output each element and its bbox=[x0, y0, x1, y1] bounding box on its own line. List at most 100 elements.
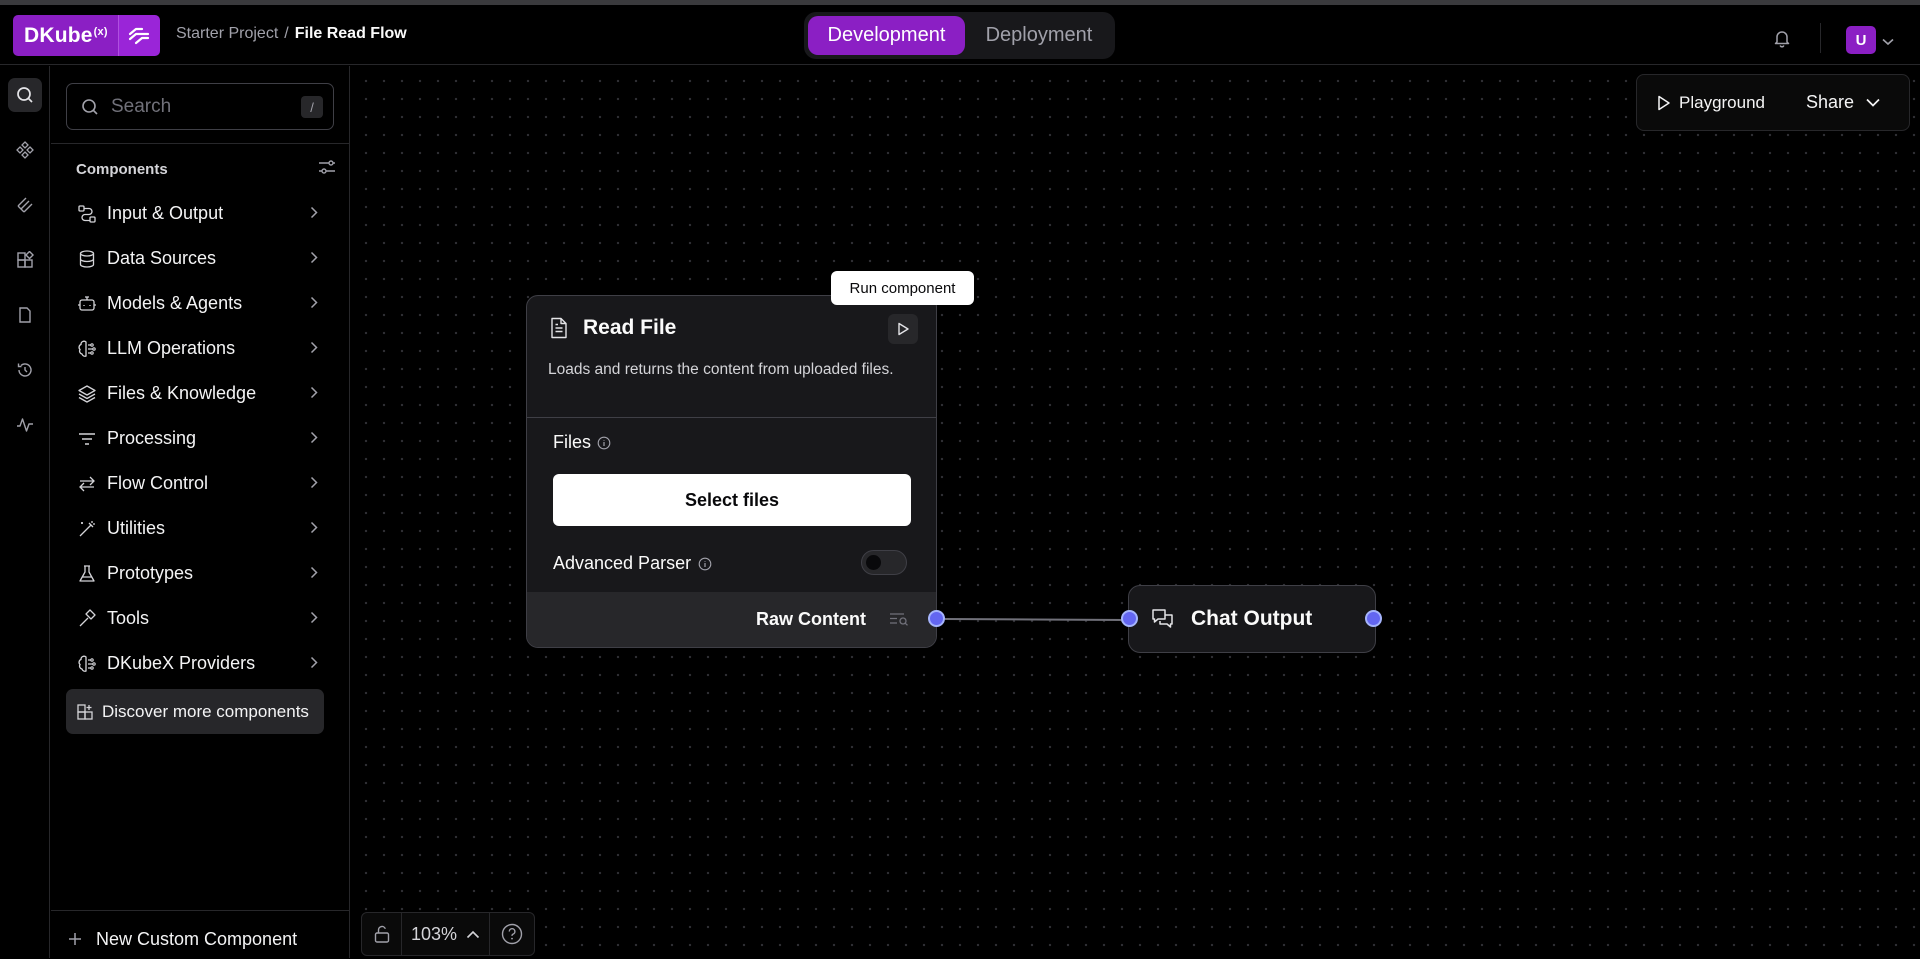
category-item[interactable]: LLM Operations bbox=[66, 326, 334, 371]
notifications-bell-icon[interactable] bbox=[1773, 29, 1791, 53]
search-shortcut: / bbox=[301, 96, 323, 118]
chevron-up-icon bbox=[466, 930, 480, 938]
category-label: Utilities bbox=[107, 518, 166, 538]
search-icon bbox=[82, 98, 98, 115]
advanced-parser-toggle[interactable] bbox=[861, 550, 907, 575]
sidebar-divider bbox=[51, 143, 350, 144]
category-item[interactable]: Processing bbox=[66, 416, 334, 461]
files-label: Files bbox=[553, 432, 592, 452]
chat-output-title: Chat Output bbox=[1191, 607, 1313, 630]
node-divider bbox=[527, 417, 936, 418]
category-item[interactable]: Data Sources bbox=[66, 236, 334, 281]
node-title: Read File bbox=[583, 316, 677, 339]
read-file-node[interactable]: Read File Loads and returns the content … bbox=[526, 295, 937, 648]
search-icon[interactable] bbox=[8, 78, 42, 112]
file-text-icon bbox=[551, 317, 567, 339]
canvas-controls: 103% bbox=[361, 912, 535, 956]
logo-wordmark: DKube (x) bbox=[13, 15, 118, 56]
help-button[interactable] bbox=[490, 913, 534, 955]
models-icon[interactable] bbox=[8, 188, 42, 222]
category-label: LLM Operations bbox=[107, 338, 236, 358]
node-description: Loads and returns the content from uploa… bbox=[548, 361, 894, 378]
input-output-icon bbox=[76, 203, 98, 225]
chevron-down-icon[interactable] bbox=[1882, 33, 1894, 51]
bot-icon bbox=[76, 293, 98, 315]
category-label: Processing bbox=[107, 428, 197, 448]
database-icon bbox=[76, 248, 98, 270]
chevron-right-icon bbox=[310, 296, 318, 314]
bundles-icon[interactable] bbox=[8, 243, 42, 277]
flask-icon bbox=[76, 563, 98, 585]
chat-output-node[interactable]: Chat Output bbox=[1128, 585, 1376, 653]
chat-output-input-handle[interactable] bbox=[1121, 610, 1138, 627]
chevron-right-icon bbox=[310, 206, 318, 224]
playground-button[interactable]: Playground bbox=[1657, 93, 1765, 113]
zoom-control[interactable]: 103% bbox=[402, 913, 490, 955]
category-item[interactable]: Models & Agents bbox=[66, 281, 334, 326]
advanced-parser-label-row: Advanced Parser bbox=[553, 553, 712, 574]
discover-components-button[interactable]: Discover more components bbox=[66, 689, 324, 734]
lock-canvas-button[interactable] bbox=[362, 913, 402, 955]
app-header: DKube (x) Starter Project / File Read Flo… bbox=[0, 5, 1920, 65]
layers-icon bbox=[76, 383, 98, 405]
category-item[interactable]: Files & Knowledge bbox=[66, 371, 334, 416]
components-sidebar: Search / Components Input & Output Data S… bbox=[51, 66, 350, 958]
category-label: Flow Control bbox=[107, 473, 209, 493]
new-component-label: New Custom Component bbox=[96, 928, 298, 949]
header-divider bbox=[1820, 23, 1821, 53]
flow-logo-icon bbox=[117, 15, 160, 56]
arrows-icon bbox=[76, 473, 98, 495]
plus-icon bbox=[69, 933, 81, 945]
playground-label: Playground bbox=[1679, 92, 1766, 112]
user-avatar[interactable]: U bbox=[1846, 26, 1876, 54]
breadcrumb-flow-name[interactable]: File Read Flow bbox=[295, 25, 407, 43]
components-icon[interactable] bbox=[8, 133, 42, 167]
deployment-tab[interactable]: Deployment bbox=[967, 16, 1111, 55]
share-label: Share bbox=[1806, 92, 1855, 112]
category-item[interactable]: Prototypes bbox=[66, 551, 334, 596]
zoom-level: 103% bbox=[410, 923, 458, 944]
run-component-button[interactable] bbox=[888, 314, 918, 344]
inspect-output-icon[interactable] bbox=[889, 612, 909, 626]
category-item[interactable]: DKubeX Providers bbox=[66, 641, 334, 686]
category-item[interactable]: Utilities bbox=[66, 506, 334, 551]
breadcrumb-project[interactable]: Starter Project bbox=[176, 25, 278, 43]
chat-bubbles-icon bbox=[1152, 609, 1173, 628]
unlock-icon bbox=[374, 925, 389, 943]
play-icon bbox=[897, 322, 909, 336]
search-input[interactable]: Search / bbox=[66, 83, 334, 130]
filter-settings-icon[interactable] bbox=[318, 159, 336, 180]
app-logo[interactable]: DKube (x) bbox=[13, 15, 160, 56]
logo-sup: (x) bbox=[93, 25, 108, 38]
category-item[interactable]: Input & Output bbox=[66, 191, 334, 236]
breadcrumb: Starter Project / File Read Flow bbox=[176, 25, 407, 43]
chevron-right-icon bbox=[310, 386, 318, 404]
new-custom-component-button[interactable]: New Custom Component bbox=[68, 919, 297, 959]
select-files-button[interactable]: Select files bbox=[553, 474, 911, 526]
share-button[interactable]: Share bbox=[1806, 92, 1880, 113]
activity-icon[interactable] bbox=[8, 408, 42, 442]
category-label: Models & Agents bbox=[107, 293, 243, 313]
info-icon[interactable] bbox=[597, 436, 611, 450]
chevron-right-icon bbox=[310, 341, 318, 359]
development-tab[interactable]: Development bbox=[808, 16, 965, 55]
wand-icon bbox=[76, 518, 98, 540]
chevron-right-icon bbox=[310, 431, 318, 449]
document-icon[interactable] bbox=[8, 298, 42, 332]
chevron-down-icon bbox=[1866, 98, 1880, 107]
category-item[interactable]: Flow Control bbox=[66, 461, 334, 506]
category-label: Files & Knowledge bbox=[107, 383, 257, 403]
play-icon bbox=[1658, 95, 1670, 110]
history-icon[interactable] bbox=[8, 353, 42, 387]
toggle-knob bbox=[866, 555, 881, 570]
category-list: Input & Output Data Sources Models & Agent… bbox=[66, 191, 334, 686]
info-icon[interactable] bbox=[698, 557, 712, 571]
filter-lines-icon bbox=[76, 428, 98, 450]
chat-output-output-handle[interactable] bbox=[1365, 610, 1382, 627]
chevron-right-icon bbox=[310, 476, 318, 494]
playground-share-bar: Playground Share bbox=[1636, 74, 1910, 131]
grid-plus-icon bbox=[77, 703, 93, 720]
search-placeholder: Search bbox=[111, 95, 172, 117]
read-file-output-handle[interactable] bbox=[928, 610, 945, 627]
category-item[interactable]: Tools bbox=[66, 596, 334, 641]
